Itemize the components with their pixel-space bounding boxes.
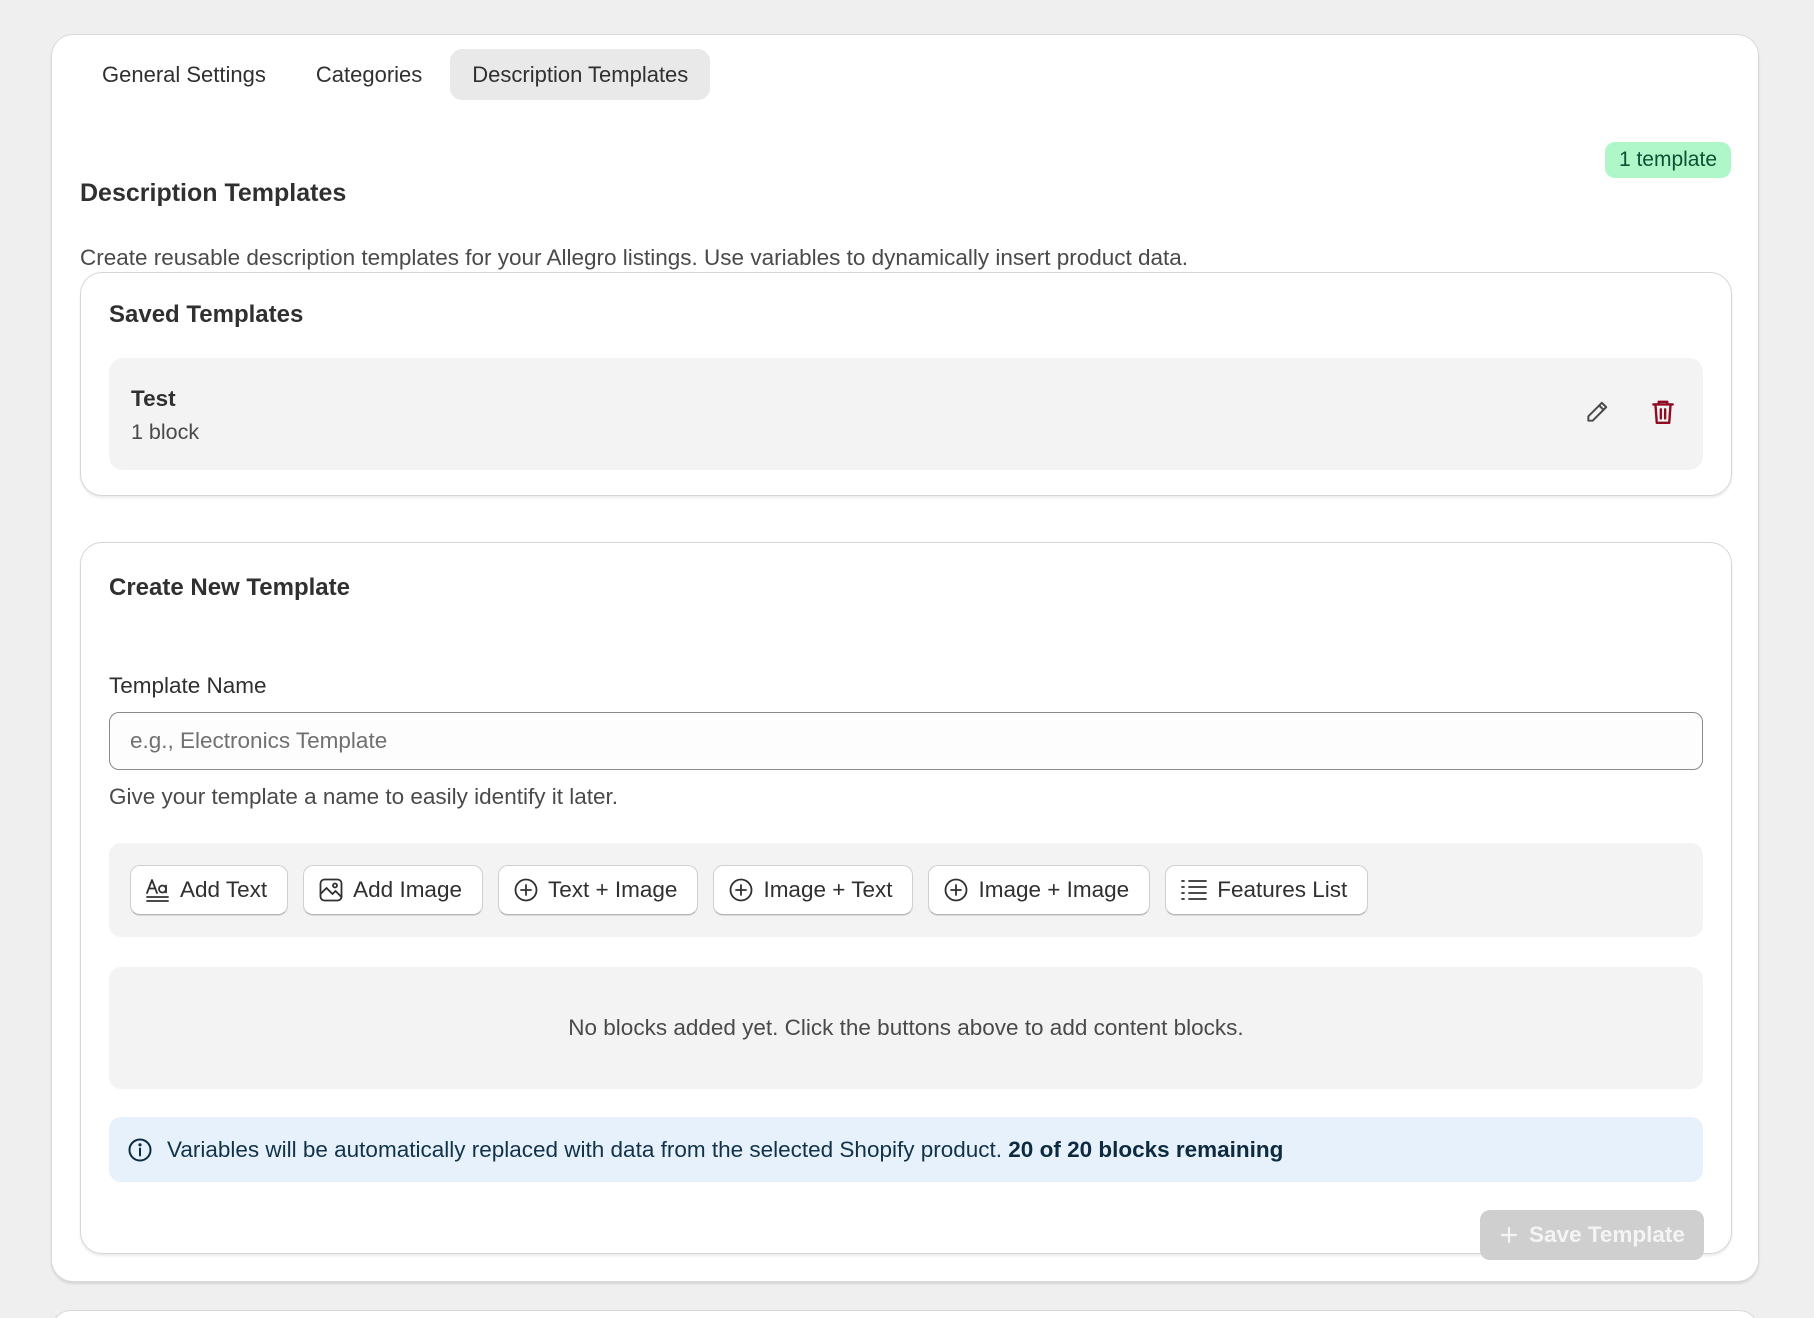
text-format-icon [146,879,169,902]
plus-circle-icon [514,878,538,902]
template-block-count: 1 block [131,420,200,444]
template-row: Test 1 block [109,358,1703,470]
info-text-wrapper: Variables will be automatically replaced… [167,1137,1283,1163]
create-template-title: Create New Template [109,574,350,601]
plus-circle-icon [945,878,968,902]
saved-templates-title: Saved Templates [109,301,304,328]
template-count-badge: 1 template [1604,142,1731,178]
add-image-text-label: Image + Text [763,877,893,902]
info-banner: Variables will be automatically replaced… [109,1117,1703,1182]
delete-template-button[interactable] [1643,392,1683,432]
info-text: Variables will be automatically replaced… [167,1136,1003,1162]
save-template-label: Save Template [1529,1222,1685,1247]
tab-general-settings[interactable]: General Settings [80,49,288,100]
add-text-label: Add Text [180,877,268,902]
add-text-image-label: Text + Image [547,877,678,902]
next-card-edge [51,1310,1759,1318]
trash-icon [1652,400,1674,424]
add-image-label: Add Image [353,877,462,902]
plus-icon [1500,1226,1518,1244]
tab-categories[interactable]: Categories [294,49,444,100]
add-features-list-label: Features List [1217,877,1348,902]
add-image-button[interactable]: Add Image [303,865,483,915]
saved-templates-panel: Saved Templates Test 1 block [80,272,1732,496]
empty-blocks-message: No blocks added yet. Click the buttons a… [109,967,1703,1089]
save-template-button[interactable]: Save Template [1480,1210,1704,1260]
page-title: Description Templates [80,179,347,207]
template-name-input[interactable] [109,712,1703,770]
block-toolbar: Add Text Add Image Text + Image Image + … [109,843,1703,937]
add-features-list-button[interactable]: Features List [1165,865,1369,915]
template-name: Test [131,386,176,411]
tab-description-templates[interactable]: Description Templates [450,49,711,100]
add-image-image-label: Image + Image [978,877,1130,902]
pencil-icon [1587,401,1608,422]
add-image-text-button[interactable]: Image + Text [713,865,914,915]
tab-bar: General Settings Categories Description … [80,49,711,100]
template-name-label: Template Name [109,673,267,698]
plus-circle-icon [730,878,753,902]
create-template-panel: Create New Template Template Name Give y… [80,542,1732,1260]
edit-template-button[interactable] [1577,392,1617,432]
add-text-button[interactable]: Add Text [130,865,289,915]
list-icon [1181,880,1208,900]
add-image-image-button[interactable]: Image + Image [928,865,1151,915]
blocks-remaining: 20 of 20 blocks remaining [1008,1136,1284,1162]
section-description: Create reusable description templates fo… [80,245,1189,270]
settings-card: General Settings Categories Description … [51,34,1759,1282]
add-text-image-button[interactable]: Text + Image [497,865,699,915]
template-name-help: Give your template a name to easily iden… [109,784,618,809]
image-icon [319,878,343,902]
info-icon [128,1138,152,1161]
